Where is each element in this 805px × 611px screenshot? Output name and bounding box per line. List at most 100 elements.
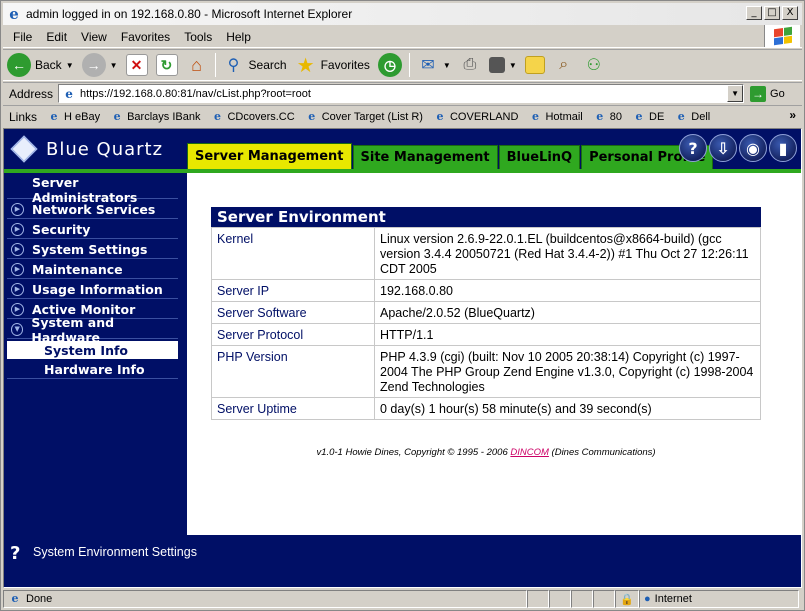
toolbar-separator xyxy=(408,53,410,77)
edit-dropdown-icon[interactable]: ▼ xyxy=(509,61,517,70)
logout-icon[interactable]: ⇩ xyxy=(709,134,737,162)
help-bar: ? System Environment Settings xyxy=(4,535,801,587)
page-icon: e xyxy=(308,109,316,123)
mail-button[interactable]: ✉ ▼ xyxy=(413,51,455,79)
address-input[interactable] xyxy=(80,87,721,100)
page-icon: e xyxy=(11,592,19,605)
research-button[interactable]: ⌕ xyxy=(549,51,579,79)
links-more-button[interactable]: » xyxy=(789,108,796,122)
menu-view[interactable]: View xyxy=(74,30,114,44)
messenger-button[interactable]: ⚇ xyxy=(579,51,609,79)
status-zone: ● Internet xyxy=(639,590,799,608)
expand-triangle-icon: ▶ xyxy=(11,223,24,236)
zone-text: Internet xyxy=(654,593,692,605)
page-icon: e xyxy=(213,109,221,123)
help-text: System Environment Settings xyxy=(33,545,197,559)
env-key: Server Uptime xyxy=(211,397,375,420)
sidebar-subitem-system-info[interactable]: System Info xyxy=(7,341,178,359)
discuss-button[interactable] xyxy=(521,51,549,79)
link-item[interactable]: eH eBay xyxy=(43,110,106,124)
app-header: Blue Quartz Server Management Site Manag… xyxy=(4,129,801,173)
window-title: admin logged in on 192.168.0.80 - Micros… xyxy=(26,7,353,21)
env-value: Apache/2.0.52 (BlueQuartz) xyxy=(374,301,761,324)
table-row: Server IP 192.168.0.80 xyxy=(211,279,761,302)
table-row: Server Software Apache/2.0.52 (BlueQuartz… xyxy=(211,301,761,324)
env-key: Server Protocol xyxy=(211,323,375,346)
back-dropdown-icon[interactable]: ▼ xyxy=(66,61,74,70)
search-icon: ⚲ xyxy=(227,57,240,74)
copyright-company: (Dines Communications) xyxy=(548,447,656,458)
links-bar: Links eH eBay e Barclays IBank e CDcovers.… xyxy=(3,105,802,127)
links-label: Links xyxy=(9,109,38,124)
expand-triangle-icon: ▶ xyxy=(11,203,24,216)
table-row: Server Protocol HTTP/1.1 xyxy=(211,323,761,346)
sidebar-item-system-and-hardware[interactable]: ▼ System and Hardware xyxy=(7,315,178,345)
edit-button[interactable]: ▼ xyxy=(485,51,521,79)
sidebar-item-usage-information[interactable]: ▶ Usage Information xyxy=(7,281,178,299)
link-item[interactable]: e Barclays IBank xyxy=(106,110,206,124)
menu-favorites[interactable]: Favorites xyxy=(114,30,177,44)
status-pane xyxy=(571,590,593,608)
print-button[interactable]: ⎙ xyxy=(455,51,485,79)
sidebar-item-maintenance[interactable]: ▶ Maintenance xyxy=(7,261,178,279)
tab-server-management[interactable]: Server Management xyxy=(187,143,352,169)
link-item[interactable]: e DE xyxy=(628,110,670,124)
env-value: HTTP/1.1 xyxy=(374,323,761,346)
sidebar-item-system-settings[interactable]: ▶ System Settings xyxy=(7,241,178,259)
env-key: Kernel xyxy=(211,227,375,280)
title-bar[interactable]: e admin logged in on 192.168.0.80 - Micr… xyxy=(3,3,802,25)
status-text: Done xyxy=(26,593,53,605)
sidebar-item-network-services[interactable]: ▶ Network Services xyxy=(7,201,178,219)
menu-tools[interactable]: Tools xyxy=(177,30,219,44)
history-button[interactable]: ◷ xyxy=(374,51,406,79)
refresh-button[interactable]: ↻ xyxy=(152,51,182,79)
mail-icon: ✉ xyxy=(421,57,435,74)
favorites-button[interactable]: ★ Favorites xyxy=(291,51,374,79)
home-button[interactable]: ⌂ xyxy=(182,51,212,79)
link-item[interactable]: e Cover Target (List R) xyxy=(301,110,429,124)
view-icon[interactable]: ◉ xyxy=(739,134,767,162)
research-icon: ⌕ xyxy=(559,56,569,73)
sidebar-item-server-administrators[interactable]: Server Administrators xyxy=(7,175,178,205)
panel-title: Server Environment xyxy=(211,207,761,227)
minimize-button[interactable]: _ xyxy=(746,6,762,20)
sidebar-subitem-hardware-info[interactable]: Hardware Info xyxy=(7,361,178,379)
link-item[interactable]: e Dell xyxy=(670,110,716,124)
standard-toolbar: ← Back ▼ → ▼ ✕ ↻ ⌂ ⚲ Search ★ Favorites … xyxy=(3,49,802,81)
quartz-cube-icon xyxy=(10,135,38,163)
link-item[interactable]: e Hotmail xyxy=(524,110,588,124)
address-bar: Address e ▼ → Go xyxy=(3,82,802,104)
tab-bluelinq[interactable]: BlueLinQ xyxy=(498,145,581,169)
forward-button[interactable]: → ▼ xyxy=(78,51,122,79)
address-box[interactable]: e ▼ xyxy=(58,84,745,103)
exit-icon[interactable]: ▮ xyxy=(769,134,797,162)
sidebar: Server Administrators ▶ Network Services … xyxy=(4,173,187,535)
forward-dropdown-icon[interactable]: ▼ xyxy=(110,61,118,70)
go-button[interactable]: → Go xyxy=(750,85,785,102)
favorites-label: Favorites xyxy=(320,58,370,72)
menu-file[interactable]: File xyxy=(3,30,39,44)
link-item[interactable]: e COVERLAND xyxy=(429,110,524,124)
dincom-link[interactable]: DINCOM xyxy=(510,447,549,458)
address-dropdown-icon[interactable]: ▼ xyxy=(727,85,744,102)
menu-edit[interactable]: Edit xyxy=(39,30,74,44)
help-icon[interactable]: ? xyxy=(679,134,707,162)
go-label: Go xyxy=(770,87,785,100)
close-button[interactable]: X xyxy=(782,6,798,20)
expand-triangle-icon: ▶ xyxy=(11,243,24,256)
main-tabs: Server Management Site Management BlueLi… xyxy=(187,143,714,169)
stop-button[interactable]: ✕ xyxy=(122,51,152,79)
search-button[interactable]: ⚲ Search xyxy=(219,51,291,79)
history-icon: ◷ xyxy=(377,53,402,77)
forward-arrow-icon: → xyxy=(81,53,106,77)
mail-dropdown-icon[interactable]: ▼ xyxy=(443,61,451,70)
page-icon: e xyxy=(65,86,73,101)
back-button[interactable]: ← Back ▼ xyxy=(3,51,78,79)
tab-site-management[interactable]: Site Management xyxy=(352,145,498,169)
link-item[interactable]: e CDcovers.CC xyxy=(206,110,300,124)
menu-help[interactable]: Help xyxy=(219,30,258,44)
link-item[interactable]: e 80 xyxy=(589,110,628,124)
sidebar-item-security[interactable]: ▶ Security xyxy=(7,221,178,239)
env-key: PHP Version xyxy=(211,345,375,398)
maximize-button[interactable]: □ xyxy=(764,6,780,20)
